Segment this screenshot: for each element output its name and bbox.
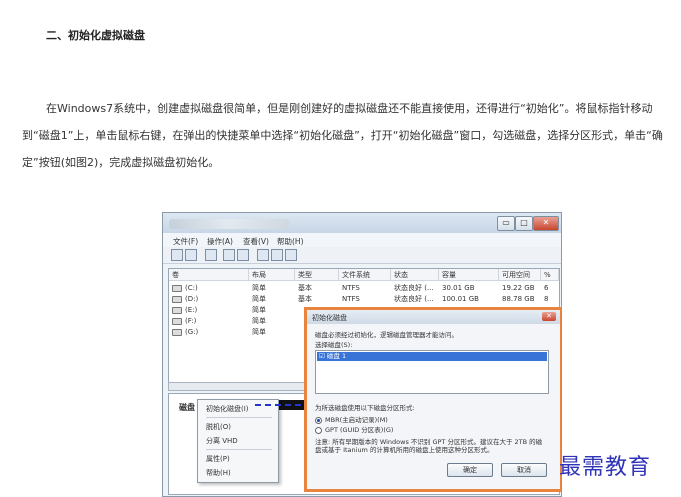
col-layout[interactable]: 布局 — [249, 269, 295, 281]
toolbar — [163, 247, 561, 264]
table-cell-pct: 8 — [544, 295, 549, 303]
table-cell-layout: 简单 — [252, 295, 266, 303]
body-paragraph: 在Windows7系统中，创建虚拟磁盘很简单，但是刚创建好的虚拟磁盘还不能直接使… — [22, 102, 663, 169]
table-cell-type: 基本 — [298, 295, 312, 303]
table-cell-vol: (C:) — [172, 283, 198, 294]
menu-item-detach-vhd[interactable]: 分离 VHD — [206, 436, 238, 446]
drive-icon — [172, 284, 182, 292]
table-cell-vol: (G:) — [172, 327, 198, 338]
table-cell-layout: 简单 — [252, 284, 266, 292]
dialog-message: 磁盘必须经过初始化，逻辑磁盘管理器才能访问。 — [315, 331, 458, 339]
watermark-logo: 最需教育 — [559, 455, 652, 480]
volume-name[interactable]: (C:) — [185, 284, 198, 292]
table-cell-cap: 100.01 GB — [442, 295, 479, 303]
table-cell-layout: 简单 — [252, 306, 266, 314]
table-cell-layout: 简单 — [252, 328, 266, 336]
menu-file[interactable]: 文件(F) — [173, 236, 198, 247]
volume-name[interactable]: (G:) — [185, 328, 198, 336]
mbr-option[interactable]: MBR(主启动记录)(M) — [315, 414, 388, 424]
table-cell-pct: 6 — [544, 284, 549, 292]
menu-bar: 文件(F) 操作(A) 查看(V) 帮助(H) — [163, 233, 561, 247]
blurred-title — [169, 219, 289, 229]
refresh-icon[interactable] — [285, 249, 297, 261]
col-capacity[interactable]: 容量 — [439, 269, 499, 281]
gpt-option[interactable]: GPT (GUID 分区表)(G) — [315, 424, 393, 434]
col-percent[interactable]: % — [541, 269, 559, 281]
back-icon[interactable] — [171, 249, 183, 261]
section-heading: 二、初始化虚拟磁盘 — [46, 29, 145, 42]
menu-view[interactable]: 查看(V) — [243, 236, 269, 247]
properties-icon[interactable] — [257, 249, 269, 261]
view-icon[interactable] — [237, 249, 249, 261]
select-disk-label: 选择磁盘(S): — [315, 341, 353, 349]
drive-icon — [172, 328, 182, 336]
dialog-title: 初始化磁盘 — [312, 314, 347, 322]
dialog-note: 注意: 所有早期版本的 Windows 不识别 GPT 分区形式。建议在大于 2… — [315, 438, 543, 454]
table-cell-cap: 30.01 GB — [442, 284, 475, 292]
col-free[interactable]: 可用空间 — [499, 269, 541, 281]
disk-list[interactable]: ☑ 磁盘 1 — [315, 350, 549, 394]
menu-item-help[interactable]: 帮助(H) — [206, 468, 231, 478]
edit-icon[interactable] — [271, 249, 283, 261]
forward-icon[interactable] — [185, 249, 197, 261]
table-cell-vol: (E:) — [172, 305, 197, 316]
context-menu: 初始化磁盘(I) 脱机(O) 分离 VHD 属性(P) 帮助(H) — [197, 399, 279, 483]
gpt-label: GPT (GUID 分区表)(G) — [325, 426, 394, 434]
table-cell-layout: 简单 — [252, 317, 266, 325]
maximize-button[interactable]: □ — [515, 216, 533, 231]
window-titlebar: ▭ □ ✕ — [163, 213, 561, 233]
disk-list-item[interactable]: ☑ 磁盘 1 — [317, 352, 547, 361]
ok-button[interactable]: 确定 — [447, 463, 493, 477]
volume-name[interactable]: (D:) — [185, 295, 198, 303]
menu-item-initialize[interactable]: 初始化磁盘(I) — [206, 404, 249, 414]
table-cell-status: 状态良好 (... — [394, 295, 434, 303]
menu-separator — [206, 417, 272, 418]
menu-separator — [206, 449, 272, 450]
volume-name[interactable]: (E:) — [185, 306, 197, 314]
radio-selected-icon[interactable] — [315, 416, 322, 424]
menu-action[interactable]: 操作(A) — [207, 236, 233, 247]
drive-icon — [172, 306, 182, 314]
table-cell-vol: (F:) — [172, 316, 196, 327]
cancel-button[interactable]: 取消 — [501, 463, 547, 477]
table-cell-free: 88.78 GB — [502, 295, 535, 303]
dialog-titlebar: 初始化磁盘 ✕ — [307, 310, 560, 324]
close-button[interactable]: ✕ — [533, 216, 559, 231]
dialog-close-button[interactable]: ✕ — [542, 312, 556, 321]
radio-icon[interactable] — [315, 426, 322, 434]
drive-icon — [172, 317, 182, 325]
minimize-button[interactable]: ▭ — [497, 216, 515, 231]
col-status[interactable]: 状态 — [391, 269, 439, 281]
dashed-arrow — [255, 404, 311, 410]
mbr-label: MBR(主启动记录)(M) — [325, 416, 388, 424]
help-icon[interactable] — [223, 249, 235, 261]
drive-icon — [172, 295, 182, 303]
col-filesystem[interactable]: 文件系统 — [339, 269, 391, 281]
table-cell-type: 基本 — [298, 284, 312, 292]
menu-help[interactable]: 帮助(H) — [277, 236, 304, 247]
menu-item-offline[interactable]: 脱机(O) — [206, 422, 231, 432]
volume-name[interactable]: (F:) — [185, 317, 196, 325]
table-cell-vol: (D:) — [172, 294, 198, 305]
table-cell-fs: NTFS — [342, 295, 360, 303]
table-cell-free: 19.22 GB — [502, 284, 535, 292]
screenshot-figure: ▭ □ ✕ 文件(F) 操作(A) 查看(V) 帮助(H) 卷 布局 类型 文件… — [162, 212, 562, 497]
partition-style-label: 为所选磁盘使用以下磁盘分区形式: — [315, 404, 415, 412]
table-cell-status: 状态良好 (... — [394, 284, 434, 292]
console-icon[interactable] — [205, 249, 217, 261]
initialize-disk-dialog: 初始化磁盘 ✕ 磁盘必须经过初始化，逻辑磁盘管理器才能访问。 选择磁盘(S): … — [304, 307, 561, 492]
menu-item-properties[interactable]: 属性(P) — [206, 454, 230, 464]
col-volume[interactable]: 卷 — [169, 269, 249, 281]
table-cell-fs: NTFS — [342, 284, 360, 292]
col-type[interactable]: 类型 — [295, 269, 339, 281]
